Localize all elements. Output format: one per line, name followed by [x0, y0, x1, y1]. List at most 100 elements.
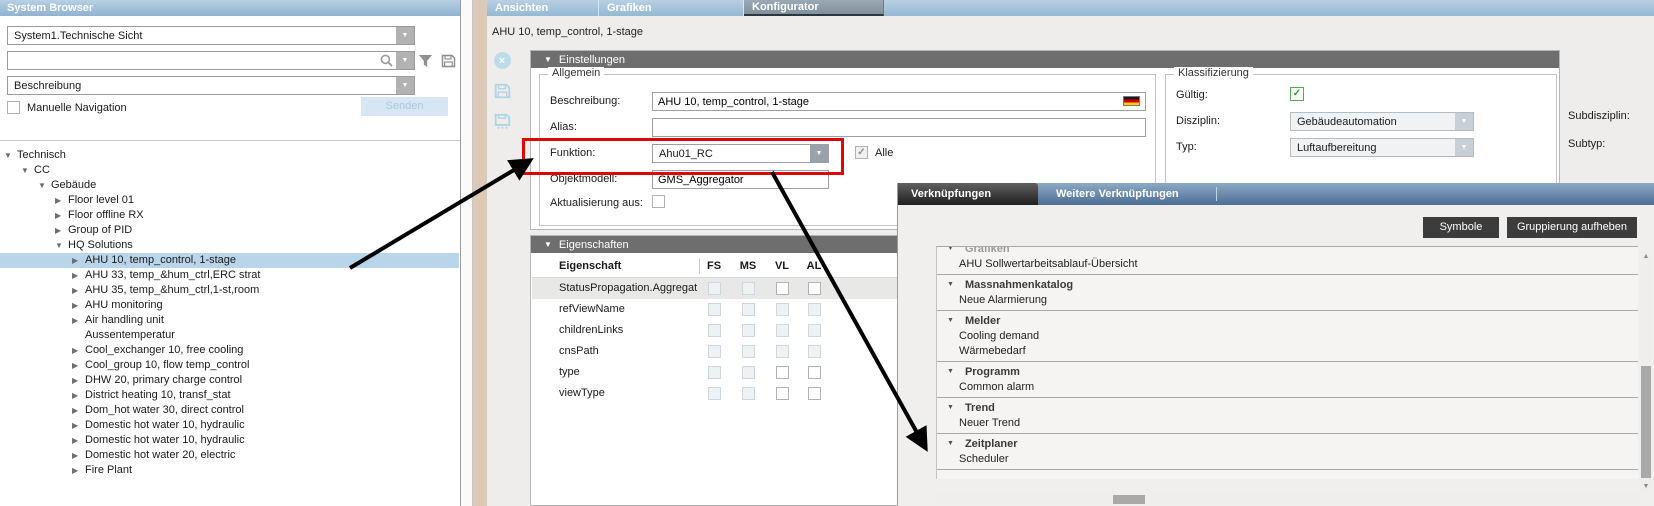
link-item[interactable]: Neuer Trend: [937, 416, 1638, 431]
expand-icon[interactable]: ▶: [72, 433, 85, 448]
save-icon[interactable]: [494, 83, 511, 99]
chevron-down-icon[interactable]: ▼: [396, 77, 414, 94]
expand-icon[interactable]: ▶: [72, 358, 85, 373]
tree-item[interactable]: ▼CC: [0, 163, 459, 178]
collapse-icon[interactable]: ▼: [4, 148, 17, 163]
search-box[interactable]: ▼: [7, 51, 415, 70]
disziplin-dropdown[interactable]: Gebäudeautomation ▼: [1290, 112, 1474, 131]
collapse-icon[interactable]: ▼: [947, 277, 954, 293]
property-checkbox[interactable]: [808, 387, 821, 400]
expand-icon[interactable]: ▶: [72, 268, 85, 283]
tab-konfigurator[interactable]: Konfigurator: [744, 0, 884, 16]
tree-item[interactable]: ▶DHW 20, primary charge control: [0, 373, 459, 388]
send-button[interactable]: Senden: [361, 97, 448, 116]
symbole-button[interactable]: Symbole: [1423, 217, 1499, 238]
expand-icon[interactable]: ▶: [72, 418, 85, 433]
tree-item[interactable]: ▶AHU 10, temp_control, 1-stage: [0, 253, 459, 268]
link-item[interactable]: Scheduler: [937, 452, 1638, 467]
alias-input[interactable]: [652, 118, 1146, 137]
tree-item[interactable]: Aussentemperatur: [0, 328, 459, 343]
tree-item[interactable]: ▶AHU 33, temp_&hum_ctrl,ERC strat: [0, 268, 459, 283]
property-checkbox[interactable]: [776, 387, 789, 400]
collapse-icon[interactable]: ▼: [21, 163, 34, 178]
funktion-dropdown[interactable]: Ahu01_RC ▼: [652, 144, 829, 163]
tree-item[interactable]: ▶Domestic hot water 10, hydraulic: [0, 418, 459, 433]
expand-icon[interactable]: ▶: [55, 223, 68, 238]
link-group-header[interactable]: ▼Melder: [937, 313, 1638, 329]
aktualisierung-aus-checkbox[interactable]: [652, 195, 665, 208]
link-item[interactable]: AHU Sollwertarbeitsablauf-Übersicht: [937, 257, 1638, 272]
collapse-icon[interactable]: ▼: [544, 55, 552, 64]
tree-item[interactable]: ▶Dom_hot water 30, direct control: [0, 403, 459, 418]
alle-checkbox[interactable]: ✓: [855, 146, 868, 159]
expand-icon[interactable]: ▶: [72, 403, 85, 418]
scrollbar-thumb[interactable]: [1641, 366, 1651, 478]
tree-item[interactable]: ▼HQ Solutions: [0, 238, 459, 253]
property-checkbox[interactable]: [808, 366, 821, 379]
link-group-header[interactable]: ▼Massnahmenkatalog: [937, 277, 1638, 293]
expand-icon[interactable]: ▶: [55, 208, 68, 223]
collapse-icon[interactable]: ▼: [947, 400, 954, 416]
expand-icon[interactable]: ▶: [72, 463, 85, 478]
link-item[interactable]: Common alarm: [937, 380, 1638, 395]
collapse-icon[interactable]: ▼: [947, 364, 954, 380]
tree-item[interactable]: ▶Floor level 01: [0, 193, 459, 208]
typ-dropdown[interactable]: Luftaufbereitung ▼: [1290, 138, 1474, 157]
save-icon[interactable]: [441, 54, 456, 68]
beschreibung-input[interactable]: [652, 92, 1146, 111]
expand-icon[interactable]: ▶: [72, 373, 85, 388]
tree-item[interactable]: ▶Domestic hot water 10, hydraulic: [0, 433, 459, 448]
link-item[interactable]: Wärmebedarf: [937, 344, 1638, 359]
link-item[interactable]: Cooling demand: [937, 329, 1638, 344]
expand-icon[interactable]: ▶: [72, 298, 85, 313]
tree-item[interactable]: ▶District heating 10, transf_stat: [0, 388, 459, 403]
property-checkbox[interactable]: [776, 282, 789, 295]
tab-grafiken[interactable]: Grafiken: [599, 0, 744, 16]
tab-verknuepfungen[interactable]: Verknüpfungen: [898, 183, 1038, 205]
collapse-icon[interactable]: ▼: [947, 436, 954, 452]
link-group-header[interactable]: ▼Programm: [937, 364, 1638, 380]
tree-item[interactable]: ▼Technisch: [0, 148, 459, 163]
save-as-icon[interactable]: [494, 113, 511, 129]
view-selector-dropdown[interactable]: System1.Technische Sicht ▼: [7, 26, 415, 45]
tree-item[interactable]: ▶Cool_group 10, flow temp_control: [0, 358, 459, 373]
einstellungen-header[interactable]: ▼ Einstellungen: [531, 51, 1559, 68]
tree-item[interactable]: ▶Cool_exchanger 10, free cooling: [0, 343, 459, 358]
tree-item[interactable]: ▶Air handling unit: [0, 313, 459, 328]
scroll-down-icon[interactable]: ▼: [1640, 482, 1652, 492]
chevron-down-icon[interactable]: ▼: [396, 27, 414, 44]
link-group-header[interactable]: ▼Trend: [937, 400, 1638, 416]
link-group-header[interactable]: ▼Zeitplaner: [937, 436, 1638, 452]
chevron-down-icon[interactable]: ▼: [1455, 139, 1473, 156]
close-icon[interactable]: ×: [494, 52, 511, 69]
property-checkbox[interactable]: [776, 366, 789, 379]
expand-icon[interactable]: ▶: [72, 283, 85, 298]
tab-ansichten[interactable]: Ansichten: [487, 0, 599, 16]
tree-item[interactable]: ▶Domestic hot water 20, electric: [0, 448, 459, 463]
chevron-down-icon[interactable]: ▼: [1455, 113, 1473, 130]
vertical-scrollbar[interactable]: ▲ ▼: [1640, 252, 1652, 492]
property-checkbox[interactable]: [808, 282, 821, 295]
tree-item[interactable]: ▶AHU 35, temp_&hum_ctrl,1-st,room: [0, 283, 459, 298]
manual-navigation-checkbox[interactable]: [7, 101, 20, 114]
tree-item[interactable]: ▼Gebäude: [0, 178, 459, 193]
filter-icon[interactable]: [418, 54, 433, 68]
collapse-icon[interactable]: ▼: [38, 178, 51, 193]
chevron-down-icon[interactable]: ▼: [810, 145, 828, 162]
chevron-down-icon[interactable]: ▼: [396, 52, 414, 69]
scrollbar-thumb[interactable]: [1113, 495, 1145, 504]
gueltig-checkbox[interactable]: ✓: [1290, 87, 1304, 101]
collapse-icon[interactable]: ▼: [947, 246, 954, 257]
expand-icon[interactable]: ▶: [55, 193, 68, 208]
filter-mode-dropdown[interactable]: Beschreibung ▼: [7, 76, 415, 95]
tree-item[interactable]: ▶AHU monitoring: [0, 298, 459, 313]
expand-icon[interactable]: ▶: [72, 313, 85, 328]
collapse-icon[interactable]: ▼: [55, 238, 68, 253]
gruppierung-aufheben-button[interactable]: Gruppierung aufheben: [1507, 217, 1637, 238]
expand-icon[interactable]: ▶: [72, 448, 85, 463]
expand-icon[interactable]: ▶: [72, 388, 85, 403]
tree-item[interactable]: ▶Fire Plant: [0, 463, 459, 478]
link-group-header[interactable]: ▼Grafiken: [937, 246, 1638, 257]
tab-weitere-verknuepfungen[interactable]: Weitere Verknüpfungen: [1056, 183, 1179, 205]
scroll-up-icon[interactable]: ▲: [1640, 252, 1652, 262]
